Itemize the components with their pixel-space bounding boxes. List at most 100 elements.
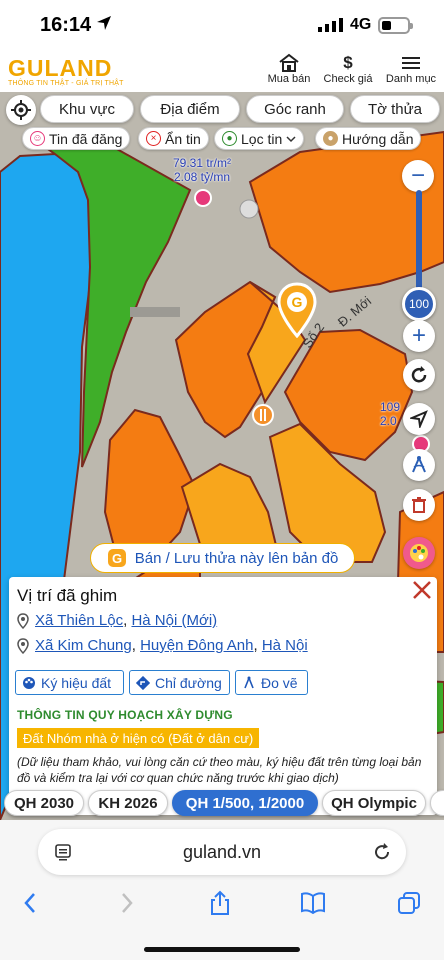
share-icon [211,890,229,915]
close-circle-icon: × [146,131,161,146]
palette-small-icon [23,676,35,689]
back-button[interactable] [15,890,45,916]
menu-button[interactable]: Danh mục [384,53,438,85]
zoom-out-button[interactable]: − [402,160,434,192]
svg-text:G: G [292,294,303,310]
filter-khu-vuc[interactable]: Khu vực [40,95,134,123]
chevron-left-icon [24,893,35,913]
house-icon [279,53,299,72]
land-symbol-button[interactable]: Ký hiệu đất [15,670,124,695]
sell-save-parcel-button[interactable]: G Bán / Lưu thửa này lên bản đồ [90,543,355,573]
drawing-compass-icon [412,456,426,473]
posted-icon: ☺ [30,131,45,146]
bookmarks-button[interactable] [298,890,328,916]
buy-sell-button[interactable]: Mua bán [266,53,312,85]
filter-pills: Khu vực Địa điểm Góc ranh Tờ thửa [0,95,444,125]
commune-link-new[interactable]: Xã Thiên Lộc [35,612,123,629]
chip-hide[interactable]: × Ẩn tin [138,127,209,150]
chip-guide[interactable]: ● Hướng dẫn [315,127,422,150]
district-link[interactable]: Huyện Đông Anh [140,637,253,654]
guland-badge-icon: G [107,549,126,567]
browser-toolbar: guland.vn [0,820,444,960]
status-bar: 16:14 4G [0,0,444,50]
map-pin-icon [17,612,29,629]
logo-text: GULAND [8,55,113,81]
filter-dia-diem[interactable]: Địa điểm [140,95,240,123]
hamburger-icon [402,57,420,69]
planning-section-title: THÔNG TIN QUY HOẠCH XÂY DỰNG [17,708,233,722]
measure-button[interactable]: Đo vẽ [235,670,308,695]
share-button[interactable] [205,890,235,916]
palette-button[interactable] [403,537,435,569]
plan-tabs: QH 2030 KH 2026 QH 1/500, 1/2000 QH Olym… [0,790,444,818]
signal-icon [318,18,343,32]
location-arrow-icon [97,16,111,30]
city-link-old[interactable]: Hà Nội [262,637,308,654]
zoom-in-button[interactable]: + [403,320,435,352]
home-indicator [144,947,300,952]
plan-tab-qh-2030[interactable]: QH 2030 [4,790,84,816]
guland-logo[interactable]: GULAND THÔNG TIN THẬT - GIÁ TRỊ THẬT [8,56,124,87]
tabs-icon [398,892,420,914]
restaurant-poi-icon[interactable] [252,404,274,426]
measure-tool-button[interactable] [403,449,435,481]
logo-tagline: THÔNG TIN THẬT - GIÁ TRỊ THẬT [8,80,124,87]
menu-label: Danh mục [385,73,437,85]
plan-tab-more[interactable] [430,790,444,816]
navigation-arrow-icon [410,410,428,428]
chip-filter[interactable]: ● Lọc tin [214,127,305,150]
location-filter-icon: ● [222,131,237,146]
battery-icon [378,17,413,34]
network-type: 4G [350,16,372,33]
panel-title: Vị trí đã ghim [17,586,118,605]
land-type-badge: Đất Nhóm nhà ở hiện có (Đất ở dân cư) [17,728,260,748]
disclaimer-note: (Dữ liệu tham khảo, vui lòng căn cứ theo… [17,755,422,785]
dollar-icon: $ [343,53,353,72]
buy-sell-label: Mua bán [267,73,311,85]
tabs-button[interactable] [394,890,424,916]
zoom-control: − 100 + [402,160,436,352]
trash-icon [412,497,426,513]
plan-tab-qh-olympic[interactable]: QH Olympic [322,790,426,816]
address-new: Xã Thiên Lộc, Hà Nội (Mới) [17,612,217,629]
chip-posted[interactable]: ☺ Tin đã đăng [22,127,131,150]
delete-button[interactable] [403,489,435,521]
zoom-knob[interactable]: 100 [402,287,436,321]
status-time: 16:14 [40,14,92,36]
filter-goc-ranh[interactable]: Góc ranh [246,95,344,123]
address-bar[interactable]: guland.vn [38,829,406,875]
refresh-icon [411,366,427,383]
minus-icon: − [410,162,425,189]
plan-tab-qh-1-500[interactable]: QH 1/500, 1/2000 [172,790,318,816]
city-link-new[interactable]: Hà Nội (Mới) [131,612,217,629]
directions-icon [136,675,150,690]
check-price-label: Check giá [323,73,373,85]
pin-marker-icon[interactable]: G [276,282,318,338]
url-text: guland.vn [182,842,262,862]
filter-to-thua[interactable]: Tờ thửa [350,95,440,123]
refresh-button[interactable] [403,359,435,391]
svg-text:G: G [112,551,122,566]
forward-button[interactable] [112,890,142,916]
map-pin-icon [17,637,29,654]
compass-small-icon [244,676,254,688]
pinned-location-panel: Vị trí đã ghim Xã Thiên Lộc, Hà Nội (Mới… [9,577,437,815]
address-old: Xã Kim Chung, Huyện Đông Anh, Hà Nội [17,637,308,654]
reload-icon[interactable] [372,842,392,862]
check-price-button[interactable]: $ Check giá [322,53,374,85]
commune-link-old[interactable]: Xã Kim Chung [35,637,132,654]
plus-icon: + [411,322,426,349]
navigate-button[interactable] [403,403,435,435]
palette-icon [410,544,428,562]
option-chips: ☺ Tin đã đăng × Ẩn tin ● Lọc tin ● Hướng… [0,127,444,151]
book-icon [301,892,325,914]
plan-tab-kh-2026[interactable]: KH 2026 [88,790,168,816]
chevron-right-icon [122,893,133,913]
app-header: GULAND THÔNG TIN THẬT - GIÁ TRỊ THẬT Mua… [0,50,444,92]
price-marker-a[interactable] [193,188,213,208]
price-label-a[interactable]: 79.31 tr/m² 2.08 tỷ/mn [160,156,244,184]
app-screen: 16:14 4G GULAND THÔNG TIN THẬT - GIÁ TRỊ… [0,0,444,960]
directions-button[interactable]: Chỉ đường [129,670,230,695]
close-icon[interactable] [411,579,433,601]
chevron-down-icon [286,135,296,142]
